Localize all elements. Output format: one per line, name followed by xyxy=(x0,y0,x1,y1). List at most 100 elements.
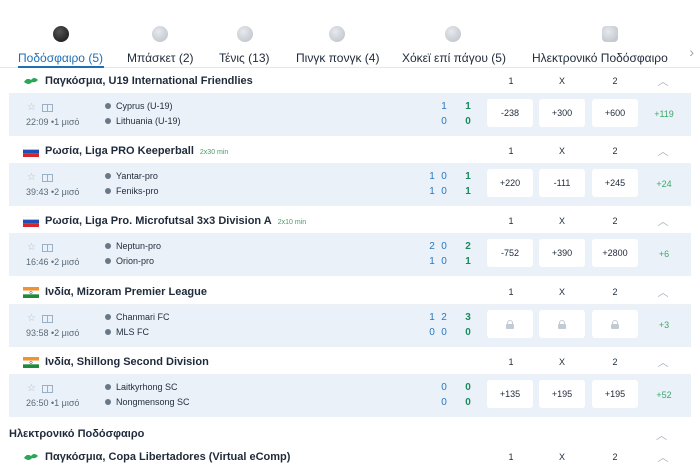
star-icon[interactable]: ☆ xyxy=(27,383,36,394)
tab-football[interactable]: Ποδόσφαιρο (5) xyxy=(18,24,104,68)
total-score: 1 xyxy=(465,186,471,197)
team-logo-icon xyxy=(105,118,111,124)
field-icon[interactable] xyxy=(42,104,53,112)
chevron-up-icon[interactable]: ︿ xyxy=(656,427,667,443)
column-x-label: X xyxy=(558,452,565,462)
star-icon[interactable]: ☆ xyxy=(27,102,36,113)
match-time: 16:46 •2 μισό xyxy=(26,257,80,267)
league-title: Ρωσία, Liga PRO Keeperball xyxy=(45,145,194,157)
odds-draw-button[interactable]: +300 xyxy=(539,99,585,127)
period-score: 2 xyxy=(429,241,435,252)
team-name: Lithuania (U-19) xyxy=(116,116,181,126)
column-2-label: 2 xyxy=(612,452,618,462)
total-score: 1 xyxy=(465,101,471,112)
odds-home-button[interactable]: -752 xyxy=(487,239,533,267)
league-header[interactable]: Ρωσία, Liga Pro. Microfutsal 3x3 Divisio… xyxy=(9,208,691,234)
team-name: MLS FC xyxy=(116,327,150,337)
league-format: 2x30 min xyxy=(199,149,229,156)
team-name: Chanmari FC xyxy=(116,312,170,322)
league-name: Ρωσία, Liga PRO Keeperball 2x30 min xyxy=(45,145,228,157)
period-score: 0 xyxy=(441,186,447,197)
match-row[interactable]: ☆ 93:58 •2 μισό Chanmari FC MLS FC 1 0 2… xyxy=(9,305,691,347)
field-icon[interactable] xyxy=(42,385,53,393)
tab-tennis[interactable]: Τένις (13) xyxy=(219,24,274,68)
team-name: Laitkyrhong SC xyxy=(116,382,178,392)
team-logo-icon xyxy=(105,103,111,109)
match-time: 22:09 •1 μισό xyxy=(26,117,80,127)
odds-away-button[interactable]: +195 xyxy=(592,380,638,408)
field-icon[interactable] xyxy=(42,174,53,182)
total-score: 1 xyxy=(465,256,471,267)
match-row[interactable]: ☆ 22:09 •1 μισό Cyprus (U-19) Lithuania … xyxy=(9,94,691,136)
total-score: 0 xyxy=(465,327,471,338)
league-header[interactable]: Παγκόσμια, Copa Libertadores (Virtual eC… xyxy=(9,444,691,465)
league-format: 2x10 min xyxy=(277,219,307,226)
more-markets-link[interactable]: +119 xyxy=(649,109,679,119)
tab-label: Πινγκ πονγκ (4) xyxy=(296,51,380,65)
chevron-up-icon[interactable]: ︿ xyxy=(654,284,672,300)
column-2-label: 2 xyxy=(612,146,618,156)
column-1-label: 1 xyxy=(508,76,514,86)
period-score: 1 xyxy=(429,312,435,323)
odds-away-button[interactable]: +2800 xyxy=(592,239,638,267)
tab-label: Ηλεκτρονικό Ποδόσφαιρο xyxy=(532,51,668,65)
total-score: 1 xyxy=(465,171,471,182)
more-markets-link[interactable]: +6 xyxy=(649,249,679,259)
odds-home-button[interactable]: +135 xyxy=(487,380,533,408)
league-header[interactable]: Ινδία, Mizoram Premier League 1 X 2 ︿ xyxy=(9,279,691,305)
team-logo-icon xyxy=(105,399,111,405)
team-home: Neptun-pro xyxy=(105,241,161,251)
tab-ice-hockey[interactable]: Χόκεϊ επί πάγου (5) xyxy=(402,24,508,68)
league-header[interactable]: Ινδία, Shillong Second Division 1 X 2 ︿ xyxy=(9,349,691,375)
odds-draw-button[interactable]: +195 xyxy=(539,380,585,408)
lock-icon xyxy=(506,320,514,329)
team-logo-icon xyxy=(105,329,111,335)
odds-draw-button[interactable]: -111 xyxy=(539,169,585,197)
tab-esports-football[interactable]: Ηλεκτρονικό Ποδόσφαιρο xyxy=(532,24,682,68)
team-away: Feniks-pro xyxy=(105,186,159,196)
chevron-right-icon[interactable]: › xyxy=(689,44,694,60)
star-icon[interactable]: ☆ xyxy=(27,242,36,253)
tab-basketball[interactable]: Μπάσκετ (2) xyxy=(127,24,197,68)
column-1-label: 1 xyxy=(508,452,514,462)
team-logo-icon xyxy=(105,258,111,264)
period-score: 0 xyxy=(441,256,447,267)
chevron-up-icon[interactable]: ︿ xyxy=(654,73,672,89)
league-block: Ινδία, Mizoram Premier League 1 X 2 ︿ ☆ … xyxy=(9,279,691,347)
match-row[interactable]: ☆ 39:43 •2 μισό Yantar-pro Feniks-pro 1 … xyxy=(9,164,691,206)
tab-table-tennis[interactable]: Πινγκ πονγκ (4) xyxy=(296,24,380,68)
chevron-up-icon[interactable]: ︿ xyxy=(654,449,672,465)
star-icon[interactable]: ☆ xyxy=(27,172,36,183)
star-icon[interactable]: ☆ xyxy=(27,313,36,324)
more-markets-link[interactable]: +24 xyxy=(649,179,679,189)
column-2-label: 2 xyxy=(612,216,618,226)
period-score: 0 xyxy=(441,116,447,127)
odds-away-button[interactable]: +245 xyxy=(592,169,638,197)
league-header[interactable]: Παγκόσμια, U19 International Friendlies … xyxy=(9,68,691,94)
team-home: Chanmari FC xyxy=(105,312,170,322)
odds-draw-button[interactable]: +390 xyxy=(539,239,585,267)
russia-flag-icon xyxy=(23,146,39,157)
odds-home-button[interactable]: +220 xyxy=(487,169,533,197)
chevron-up-icon[interactable]: ︿ xyxy=(654,213,672,229)
odds-away-button[interactable]: +600 xyxy=(592,99,638,127)
chevron-up-icon[interactable]: ︿ xyxy=(654,143,672,159)
league-header[interactable]: Ρωσία, Liga PRO Keeperball 2x30 min 1 X 2… xyxy=(9,138,691,164)
more-markets-link[interactable]: +3 xyxy=(649,320,679,330)
field-icon[interactable] xyxy=(42,244,53,252)
odds-away-locked xyxy=(592,310,638,338)
team-home: Laitkyrhong SC xyxy=(105,382,178,392)
tab-label: Μπάσκετ (2) xyxy=(127,51,194,65)
period-score: 1 xyxy=(429,186,435,197)
match-row[interactable]: ☆ 26:50 •1 μισό Laitkyrhong SC Nongmenso… xyxy=(9,375,691,417)
team-name: Yantar-pro xyxy=(116,171,158,181)
field-icon[interactable] xyxy=(42,315,53,323)
more-markets-link[interactable]: +52 xyxy=(649,390,679,400)
period-score: 0 xyxy=(441,241,447,252)
match-row[interactable]: ☆ 16:46 •2 μισό Neptun-pro Orion-pro 2 1… xyxy=(9,234,691,276)
chevron-up-icon[interactable]: ︿ xyxy=(654,354,672,370)
odds-home-button[interactable]: -238 xyxy=(487,99,533,127)
table-tennis-icon xyxy=(329,26,345,42)
football-icon xyxy=(53,26,69,42)
total-score: 0 xyxy=(465,116,471,127)
